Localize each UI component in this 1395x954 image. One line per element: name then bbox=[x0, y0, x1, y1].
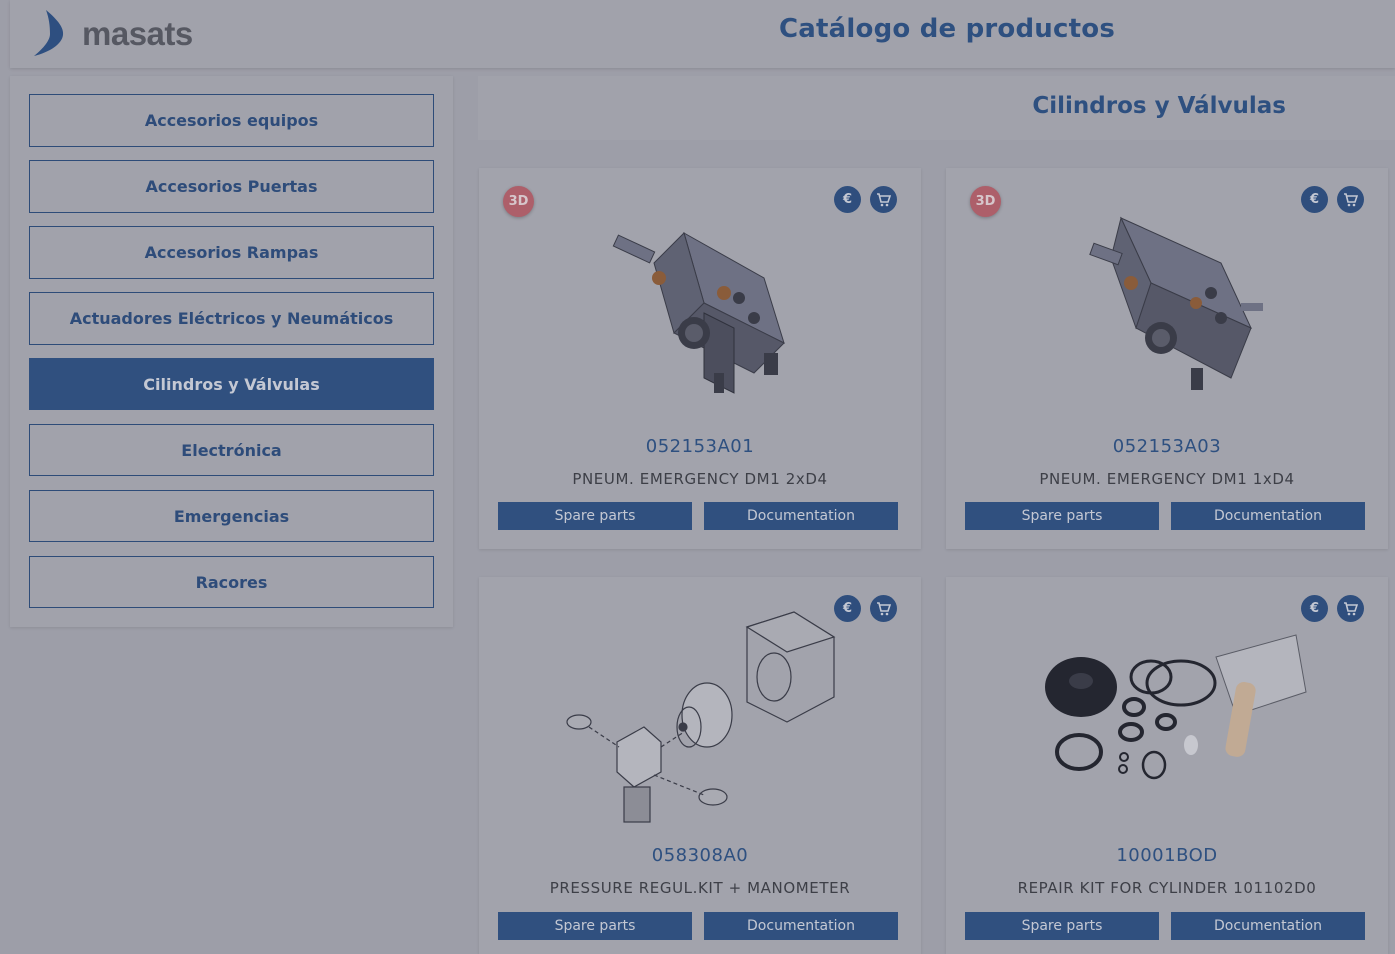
product-card: € 10001BOD REPAIR KIT FOR CYLINDER 10110… bbox=[946, 577, 1388, 954]
regulator-kit-icon[interactable] bbox=[479, 597, 921, 827]
product-description: PRESSURE REGUL.KIT + MANOMETER bbox=[549, 879, 851, 897]
category-cilindros-valvulas[interactable]: Cilindros y Válvulas bbox=[29, 358, 434, 410]
spare-parts-button[interactable]: Spare parts bbox=[965, 502, 1159, 530]
product-code[interactable]: 052153A03 bbox=[946, 436, 1388, 457]
documentation-button[interactable]: Documentation bbox=[704, 502, 898, 530]
masats-logo-mark-icon bbox=[34, 10, 64, 56]
category-accesorios-equipos[interactable]: Accesorios equipos bbox=[29, 94, 434, 147]
product-description: REPAIR KIT FOR CYLINDER 101102D0 bbox=[1017, 879, 1317, 897]
product-code[interactable]: 058308A0 bbox=[479, 845, 921, 866]
category-sidebar: Accesorios equipos Accesorios Puertas Ac… bbox=[10, 76, 453, 627]
logo-text: masats bbox=[82, 15, 193, 52]
repair-kit-icon[interactable] bbox=[946, 597, 1388, 827]
valve-block-icon[interactable] bbox=[479, 203, 921, 433]
valve-block-icon[interactable] bbox=[946, 203, 1388, 433]
product-card: € 058308A0 PRESSURE REGUL.KIT + MANOMETE… bbox=[479, 577, 921, 954]
spare-parts-button[interactable]: Spare parts bbox=[498, 502, 692, 530]
product-card: 3D € 052153A03 PNEUM. EMERGENCY DM1 1xD4… bbox=[946, 168, 1388, 549]
category-electronica[interactable]: Electrónica bbox=[29, 424, 434, 476]
category-accesorios-puertas[interactable]: Accesorios Puertas bbox=[29, 160, 434, 213]
product-description: PNEUM. EMERGENCY DM1 1xD4 bbox=[1039, 470, 1295, 488]
spare-parts-button[interactable]: Spare parts bbox=[498, 912, 692, 940]
section-title: Cilindros y Válvulas bbox=[1032, 93, 1286, 119]
product-code[interactable]: 052153A01 bbox=[479, 436, 921, 457]
category-racores[interactable]: Racores bbox=[29, 556, 434, 608]
category-emergencias[interactable]: Emergencias bbox=[29, 490, 434, 542]
masats-logo[interactable]: masats bbox=[32, 8, 193, 58]
documentation-button[interactable]: Documentation bbox=[1171, 912, 1365, 940]
product-description: PNEUM. EMERGENCY DM1 2xD4 bbox=[572, 470, 828, 488]
spare-parts-button[interactable]: Spare parts bbox=[965, 912, 1159, 940]
product-code[interactable]: 10001BOD bbox=[946, 845, 1388, 866]
documentation-button[interactable]: Documentation bbox=[704, 912, 898, 940]
section-header: Cilindros y Válvulas bbox=[478, 76, 1395, 140]
documentation-button[interactable]: Documentation bbox=[1171, 502, 1365, 530]
top-header: masats Catálogo de productos bbox=[10, 0, 1395, 68]
category-accesorios-rampas[interactable]: Accesorios Rampas bbox=[29, 226, 434, 279]
page-title: Catálogo de productos bbox=[779, 14, 1115, 44]
product-card: 3D € 052153A01 PNEUM. EMERGENCY DM1 2xD4… bbox=[479, 168, 921, 549]
category-actuadores[interactable]: Actuadores Eléctricos y Neumáticos bbox=[29, 292, 434, 345]
